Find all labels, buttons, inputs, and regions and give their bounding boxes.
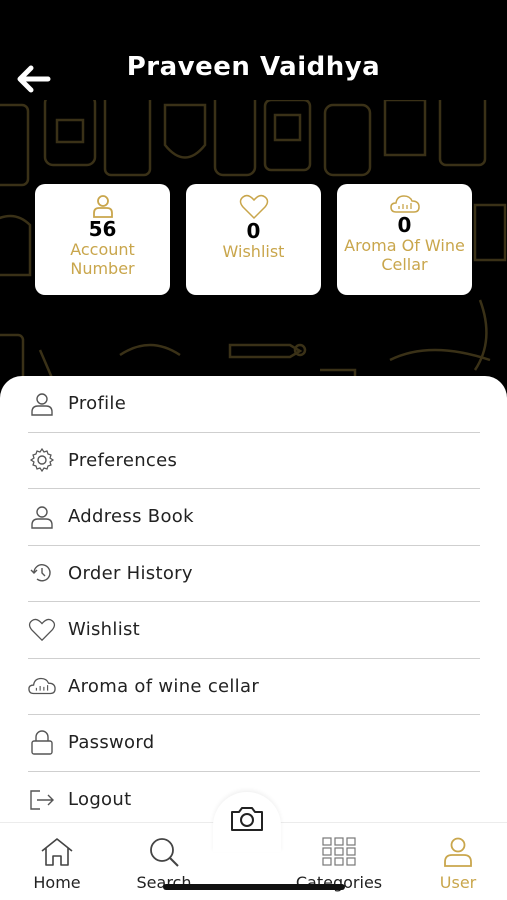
user-icon [92, 195, 113, 218]
menu-item-profile[interactable]: Profile [28, 376, 480, 433]
account-menu: Profile Preferences Address Book Order H… [28, 376, 480, 828]
cloud-icon [389, 195, 420, 213]
history-icon [28, 559, 56, 587]
stat-value: 56 [88, 217, 117, 241]
menu-label: Profile [68, 393, 127, 415]
menu-item-order-history[interactable]: Order History [28, 546, 480, 602]
camera-button[interactable] [213, 792, 281, 852]
user-icon [28, 503, 56, 531]
stat-value: 0 [397, 213, 412, 237]
menu-label: Logout [68, 789, 132, 811]
tab-home[interactable]: Home [2, 837, 112, 892]
logout-icon [28, 786, 56, 814]
menu-item-preferences[interactable]: Preferences [28, 433, 480, 489]
menu-label: Address Book [68, 506, 194, 528]
menu-label: Aroma of wine cellar [68, 675, 260, 697]
menu-label: Password [68, 732, 155, 754]
menu-item-wishlist[interactable]: Wishlist [28, 602, 480, 659]
home-icon [41, 838, 73, 866]
grid-icon [322, 837, 356, 866]
gear-icon [28, 446, 56, 474]
cloud-icon [28, 672, 56, 700]
stat-label: Account Number [70, 240, 135, 278]
tab-label: Home [33, 873, 81, 892]
heart-icon [239, 194, 268, 220]
stat-card-aroma[interactable]: 0 Aroma Of Wine Cellar [337, 184, 472, 295]
menu-label: Order History [68, 562, 193, 584]
user-icon [444, 837, 472, 867]
menu-item-address-book[interactable]: Address Book [28, 489, 480, 546]
tab-user[interactable]: User [403, 837, 507, 892]
menu-item-aroma-of-wine-cellar[interactable]: Aroma of wine cellar [28, 659, 480, 715]
heart-icon [28, 616, 56, 644]
stat-value: 0 [246, 219, 261, 243]
camera-icon [231, 807, 263, 831]
stat-label: Aroma Of Wine Cellar [344, 236, 465, 274]
home-indicator [163, 884, 345, 890]
stat-card-wishlist[interactable]: 0 Wishlist [186, 184, 321, 295]
user-icon [28, 390, 56, 418]
lock-icon [28, 729, 56, 757]
page-title: Praveen Vaidhya [126, 52, 381, 82]
menu-label: Wishlist [68, 619, 141, 641]
menu-label: Preferences [68, 449, 178, 471]
stat-label: Wishlist [222, 242, 285, 261]
menu-item-password[interactable]: Password [28, 715, 480, 772]
search-icon [150, 838, 179, 867]
stat-card-account[interactable]: 56 Account Number [35, 184, 170, 295]
tab-label: User [439, 873, 477, 892]
